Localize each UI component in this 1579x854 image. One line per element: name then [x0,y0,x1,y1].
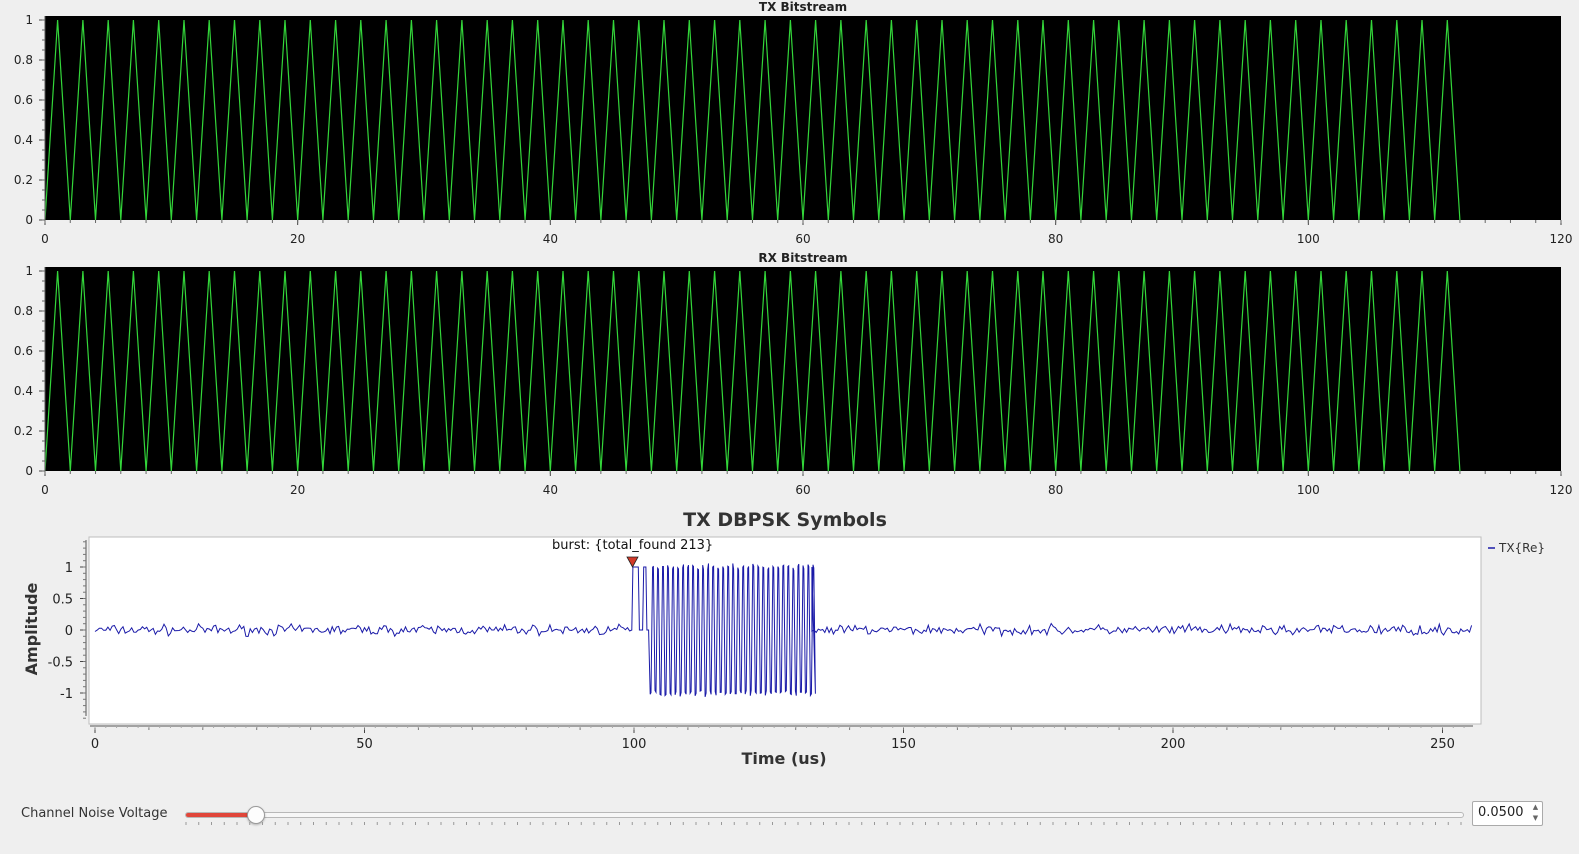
y-tick-label: -1 [60,687,73,702]
y-tick-label: 1 [25,264,33,278]
x-tick-label: 120 [1550,483,1573,497]
y-tick-label: 0.2 [14,173,33,187]
x-tick-label: 40 [543,483,558,497]
y-tick-label: 0.4 [14,133,33,147]
x-tick-label: 60 [795,232,810,246]
rx-plot-canvas[interactable] [45,267,1561,471]
x-axis-label: Time (us) [741,749,826,768]
y-tick-label: 0 [25,464,33,478]
y-tick-label: 0.6 [14,344,33,358]
noise-value[interactable]: 0.0500 [1478,805,1524,820]
burst-tag-label: burst: {total_found 213} [552,538,713,553]
rx-bitstream-plot: RX Bitstream 0 0.2 0.4 0.6 0.8 1 0 20 40 60 80 100 1… [14,251,1573,497]
y-tick-label: 1 [65,561,73,576]
x-tick-label: 250 [1430,737,1455,752]
noise-slider-label: Channel Noise Voltage [21,806,168,821]
legend-label: TX{Re} [1498,541,1545,555]
x-tick-label: 100 [1297,232,1320,246]
x-tick-label: 100 [622,737,647,752]
y-tick-label: 0.4 [14,384,33,398]
dbpsk-time-plot: TX DBPSK Symbols 1 0.5 0 -0.5 -1 0 50 100 150 200… [22,509,1545,768]
y-tick-label: -0.5 [48,656,73,671]
x-tick-label: 0 [41,232,49,246]
y-tick-label: 0 [25,213,33,227]
noise-slider[interactable] [185,806,1464,824]
x-tick-label: 40 [543,232,558,246]
y-tick-label: 1 [25,13,33,27]
spin-up-icon[interactable]: ▲ [1531,803,1540,812]
spin-down-icon[interactable]: ▼ [1531,814,1540,823]
y-axis-label: Amplitude [22,582,41,675]
y-tick-label: 0.5 [52,593,73,608]
y-tick-label: 0.8 [14,304,33,318]
y-tick-label: 0.6 [14,93,33,107]
x-tick-label: 60 [795,483,810,497]
x-tick-label: 80 [1048,483,1063,497]
time-plot-title: TX DBPSK Symbols [683,509,887,531]
slider-ticks [185,822,1462,825]
x-tick-label: 150 [891,737,916,752]
y-tick-label: 0.2 [14,424,33,438]
tx-bitstream-plot: TX Bitstream 0 0.2 0.4 0.6 0.8 1 0 20 40 60 80 100 1… [14,0,1573,246]
noise-control: Channel Noise Voltage 0.0500 ▲ ▼ [0,796,1579,836]
x-tick-label: 20 [290,483,305,497]
x-tick-label: 120 [1550,232,1573,246]
y-tick-label: 0.8 [14,53,33,67]
x-tick-label: 0 [41,483,49,497]
x-tick-label: 20 [290,232,305,246]
x-tick-label: 50 [356,737,373,752]
plots-canvas: TX Bitstream 00.20.40.60.810 20 40 60 80 100 1… [14,0,1573,768]
tx-plot-canvas[interactable] [45,16,1561,220]
slider-fill [186,813,256,817]
y-tick-label: 0 [65,624,73,639]
x-tick-label: 100 [1297,483,1320,497]
tx-plot-title: TX Bitstream [759,0,847,14]
x-tick-label: 200 [1161,737,1186,752]
x-tick-label: 0 [91,737,99,752]
rx-plot-title: RX Bitstream [758,251,847,265]
legend[interactable]: TX{Re} [1488,541,1545,555]
noise-spinbox[interactable]: 0.0500 ▲ ▼ [1472,801,1543,826]
x-tick-label: 80 [1048,232,1063,246]
